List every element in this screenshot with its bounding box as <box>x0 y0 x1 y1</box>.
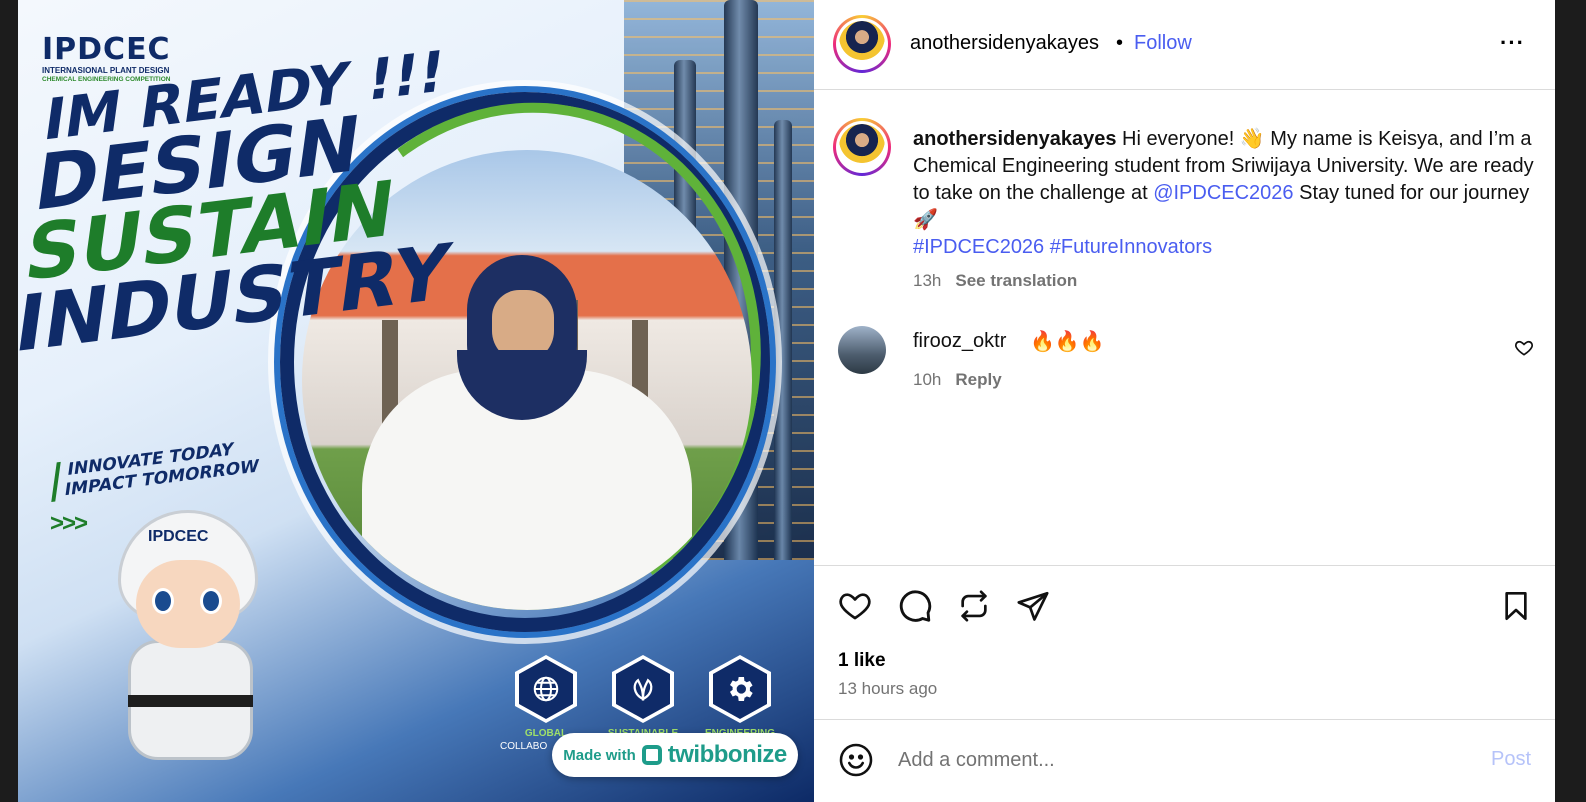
author-avatar[interactable] <box>833 15 891 73</box>
caption-meta: 13h See translation <box>913 271 1077 291</box>
save-icon[interactable] <box>1496 586 1536 626</box>
mascot-badge: IPDCEC <box>148 528 209 545</box>
post-header: anothersidenyakayes • Follow ··· <box>814 0 1555 90</box>
post-image[interactable]: IPDCEC INTERNASIONAL PLANT DESIGN CHEMIC… <box>18 0 814 802</box>
twibbonize-logo-icon <box>641 745 662 765</box>
reply-button[interactable]: Reply <box>955 370 1001 389</box>
hashtag-link[interactable]: #FutureInnovators <box>1050 236 1212 258</box>
icon-caption-collabo: COLLABO <box>500 741 548 752</box>
commenter-username[interactable]: firooz_oktr <box>913 330 1006 353</box>
made-with-label: Made with <box>563 746 636 764</box>
logo-subtitle: INTERNASIONAL PLANT DESIGN <box>42 66 170 75</box>
comment-icon[interactable] <box>895 586 935 626</box>
mascot-illustration: IPDCEC <box>78 490 298 790</box>
post-timestamp[interactable]: 13 hours ago <box>838 679 937 699</box>
comment-time[interactable]: 10h <box>913 370 941 389</box>
leaf-icon <box>612 655 674 723</box>
twibbonize-badge[interactable]: Made with twibbonize <box>552 733 798 777</box>
emoji-icon[interactable] <box>838 742 874 778</box>
globe-icon <box>515 655 577 723</box>
comment-text: 🔥🔥🔥 <box>1030 331 1105 353</box>
repost-icon[interactable] <box>954 586 994 626</box>
caption-time[interactable]: 13h <box>913 271 941 290</box>
caption-author-avatar[interactable] <box>833 118 891 176</box>
see-translation-button[interactable]: See translation <box>955 271 1077 290</box>
post-comment-button[interactable]: Post <box>1491 748 1531 771</box>
hashtag-link[interactable]: #IPDCEC2026 <box>913 236 1044 258</box>
comment-meta: 10h Reply <box>913 370 1002 390</box>
post-actions: 1 like 13 hours ago <box>814 565 1555 720</box>
like-icon[interactable] <box>835 586 875 626</box>
post-details-panel: anothersidenyakayes • Follow ··· another… <box>814 0 1555 802</box>
mention-link[interactable]: @IPDCEC2026 <box>1153 182 1293 204</box>
author-username[interactable]: anothersidenyakayes <box>910 32 1099 55</box>
ipdcec-logo: IPDCEC <box>42 32 171 67</box>
twibbonize-brand: twibbonize <box>667 741 787 768</box>
separator-dot: • <box>1116 32 1124 54</box>
likes-count[interactable]: 1 like <box>838 650 886 672</box>
add-comment-bar: Post <box>814 719 1555 802</box>
more-options-icon[interactable]: ··· <box>1500 30 1525 56</box>
gear-icon <box>709 655 771 723</box>
caption-username[interactable]: anothersidenyakayes <box>913 128 1116 150</box>
share-icon[interactable] <box>1013 586 1053 626</box>
backdrop-edge <box>1555 0 1586 802</box>
headline: IM READY !!! DESIGN SUSTAIN INDUSTRY <box>18 39 481 370</box>
commenter-avatar[interactable] <box>838 326 886 374</box>
comment-like-icon[interactable] <box>1514 338 1534 364</box>
post-caption: anothersidenyakayes Hi everyone! 👋 My na… <box>913 126 1543 261</box>
follow-button[interactable]: Follow <box>1134 32 1192 55</box>
comment-input[interactable] <box>898 744 1458 776</box>
